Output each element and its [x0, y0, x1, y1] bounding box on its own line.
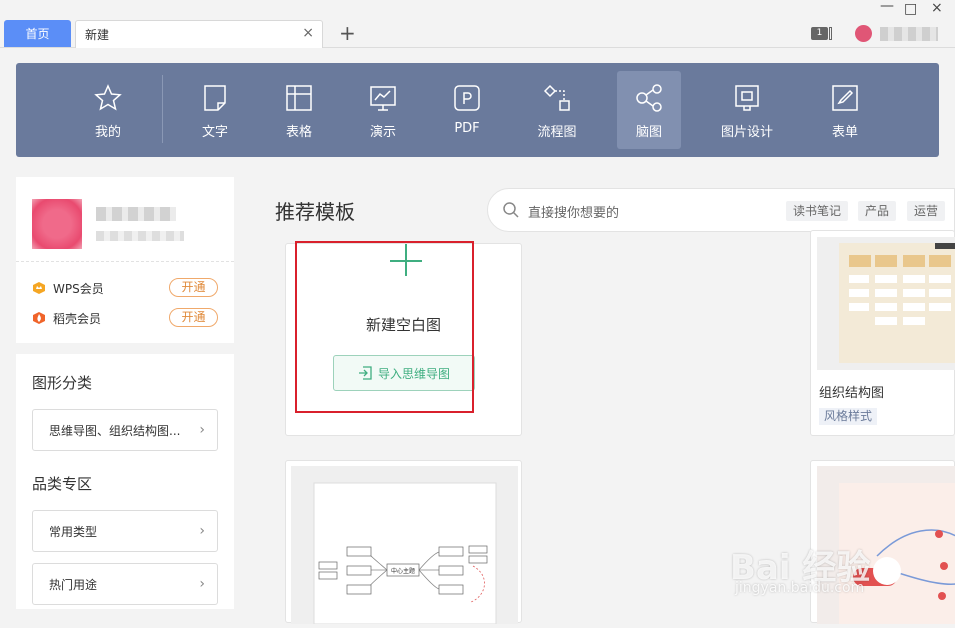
category-common-types[interactable]: 常用类型 ›	[32, 510, 218, 552]
shape-category-select[interactable]: 思维导图、组织结构图... ›	[32, 409, 218, 451]
document-icon	[204, 85, 226, 111]
baidu-watermark-url: jingyan.baidu.com	[735, 580, 865, 596]
maximize-icon[interactable]: □	[904, 1, 917, 17]
image-design-icon	[735, 85, 759, 111]
title-bar: 首页 新建 × + 1 — □ ×	[0, 0, 955, 48]
presentation-icon	[370, 86, 396, 111]
template-card-org-chart[interactable]: 组织结构图 风格样式	[810, 230, 955, 436]
tab-new-label: 新建	[85, 28, 110, 42]
star-icon	[94, 84, 122, 111]
chevron-right-icon: ›	[199, 576, 205, 592]
blurred-user-name	[96, 207, 176, 221]
mindmap-icon	[636, 84, 662, 112]
nav-divider	[162, 75, 163, 143]
nav-item-mindmap[interactable]: 脑图	[617, 71, 681, 149]
nav-item-spreadsheet[interactable]: 表格	[267, 71, 331, 149]
nav-label: 演示	[369, 125, 396, 140]
nav-item-form[interactable]: 表单	[813, 71, 877, 149]
template-thumbnail: 中心主题	[291, 466, 518, 625]
add-tab-icon[interactable]: +	[339, 21, 356, 45]
nav-label: PDF	[454, 121, 480, 136]
select-value: 常用类型	[49, 524, 98, 539]
nav-label: 图片设计	[720, 125, 773, 140]
section-title-shape-category: 图形分类	[32, 374, 93, 392]
page-title: 推荐模板	[275, 200, 355, 224]
nav-label: 表单	[831, 125, 858, 140]
highlight-box	[295, 241, 474, 413]
section-title-category-zone: 品类专区	[32, 475, 93, 493]
window-close-icon[interactable]: ×	[931, 0, 943, 16]
select-value: 热门用途	[49, 577, 98, 592]
nav-label: 表格	[285, 125, 312, 140]
nav-item-flowchart[interactable]: 流程图	[525, 71, 589, 149]
window-count-bar-icon	[829, 27, 832, 40]
nav-label: 流程图	[537, 125, 577, 140]
chevron-right-icon: ›	[199, 422, 205, 438]
nav-item-image-design[interactable]: 图片设计	[715, 71, 779, 149]
template-card-mindmap[interactable]: 中心主题	[285, 460, 522, 625]
flowchart-icon	[543, 84, 570, 111]
mindmap-center-label: 中心主题	[391, 567, 415, 575]
tab-new-document[interactable]: 新建 ×	[75, 20, 323, 48]
crown-icon	[33, 282, 45, 294]
search-chip-product[interactable]: 产品	[858, 201, 897, 221]
wps-member-row: WPS会员 开通	[32, 278, 218, 298]
member-label: 稻壳会员	[53, 311, 102, 326]
user-panel: WPS会员 开通 稻壳会员 开通	[16, 177, 234, 343]
member-label: WPS会员	[53, 281, 104, 296]
form-icon	[832, 85, 858, 111]
table-icon	[286, 85, 312, 111]
chevron-right-icon: ›	[199, 523, 205, 539]
tab-home[interactable]: 首页	[4, 20, 71, 47]
user-avatar[interactable]	[32, 199, 82, 249]
search-chip-operations[interactable]: 运营	[907, 201, 946, 221]
blurred-user-id	[96, 231, 184, 241]
nav-label: 文字	[201, 125, 228, 140]
mindmap-thumbnail: 中心主题	[313, 482, 497, 625]
docer-member-row: 稻壳会员 开通	[32, 308, 218, 328]
nav-label: 我的	[94, 125, 121, 140]
nav-item-writer[interactable]: 文字	[183, 71, 247, 149]
nav-label: 脑图	[635, 125, 662, 140]
blurred-username[interactable]	[880, 27, 938, 41]
template-tag[interactable]: 风格样式	[819, 408, 878, 425]
template-title: 组织结构图	[819, 386, 885, 401]
category-panel: 图形分类 思维导图、组织结构图... › 品类专区 常用类型 › 热门用途 ›	[16, 354, 234, 609]
template-search[interactable]: 直接搜你想要的 读书笔记 产品 运营	[487, 188, 955, 232]
minimize-icon[interactable]: —	[880, 0, 894, 14]
search-chip-reading-notes[interactable]: 读书笔记	[786, 201, 849, 221]
flame-icon	[33, 312, 45, 324]
wps-member-open-button[interactable]: 开通	[169, 278, 218, 297]
divider	[16, 261, 234, 262]
search-icon	[503, 202, 519, 218]
category-hot-uses[interactable]: 热门用途 ›	[32, 563, 218, 605]
nav-item-pdf[interactable]: PDF	[435, 71, 499, 149]
user-avatar-small[interactable]	[855, 25, 872, 42]
nav-item-mine[interactable]: 我的	[76, 71, 140, 149]
search-input[interactable]: 直接搜你想要的	[528, 202, 619, 221]
nav-item-presentation[interactable]: 演示	[351, 71, 415, 149]
template-thumbnail	[817, 237, 955, 370]
docer-member-open-button[interactable]: 开通	[169, 308, 218, 327]
select-value: 思维导图、组织结构图...	[49, 423, 181, 438]
app-nav-bar: 我的 文字 表格 演示 PDF 流程图 脑图 图片设计 表单	[16, 63, 939, 157]
close-icon[interactable]: ×	[302, 25, 314, 41]
pdf-icon	[454, 85, 480, 111]
org-chart-thumbnail	[839, 243, 955, 363]
window-count-badge[interactable]: 1	[811, 27, 828, 40]
